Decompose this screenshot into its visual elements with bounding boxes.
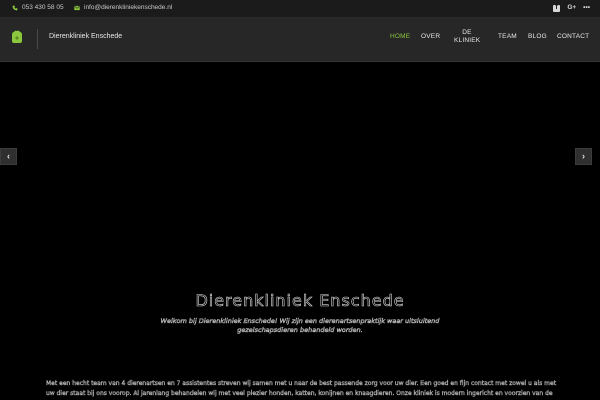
brand-name[interactable]: Dierenkliniek Enschede [49, 33, 122, 40]
menu-item-home[interactable]: HOME [390, 33, 410, 41]
hero-body-text: Met een hecht team van 4 dierenartsen en… [46, 379, 600, 399]
envelope-icon [74, 5, 80, 10]
menu-item-blog[interactable]: BLOG [528, 33, 547, 41]
chevron-right-icon: › [582, 151, 585, 161]
hero-body-line: uw dier staat bij ons voorop. Al jarenla… [46, 390, 553, 397]
menu-item-team[interactable]: TEAM [498, 33, 517, 41]
hero-title: Dierenkliniek Enschede [195, 291, 405, 311]
menu-item-over[interactable]: OVER [421, 33, 440, 41]
chevron-left-icon: ‹ [7, 151, 10, 161]
top-bar: 053 430 58 05 info@dierenkliniekenschede… [0, 0, 600, 18]
facebook-icon[interactable] [553, 4, 561, 12]
hero-body-line: Met een hecht team van 4 dierenartsen en… [46, 380, 557, 387]
menu-item-contact[interactable]: CONTACT [557, 33, 589, 41]
main-navbar: Dierenkliniek Enschede HOME OVER DE KLIN… [0, 18, 600, 62]
email-address[interactable]: info@dierenkliniekenschede.nl [84, 4, 172, 11]
social-links: G+ ••• [553, 4, 590, 12]
more-icon[interactable]: ••• [583, 4, 590, 12]
phone-number[interactable]: 053 430 58 05 [22, 4, 64, 11]
slider-next-button[interactable]: › [575, 148, 592, 165]
paw-logo-icon[interactable] [11, 30, 23, 44]
google-plus-icon[interactable]: G+ [567, 4, 576, 12]
hero-slider: ‹ › Dierenkliniek Enschede Welkom bij Di… [0, 62, 600, 400]
menu-item-de-kliniek[interactable]: DE KLINIEK [454, 29, 480, 45]
menu-item-de-kliniek-line1: DE [462, 29, 472, 36]
nav-divider [37, 29, 38, 49]
phone-contact[interactable]: 053 430 58 05 [12, 4, 64, 11]
email-contact[interactable]: info@dierenkliniekenschede.nl [74, 4, 172, 11]
menu-item-de-kliniek-line2: KLINIEK [454, 37, 481, 44]
slider-prev-button[interactable]: ‹ [0, 148, 17, 165]
phone-icon [12, 5, 18, 10]
hero-subtitle: Welkom bij Dierenkliniek Enschede! Wij z… [160, 317, 440, 334]
